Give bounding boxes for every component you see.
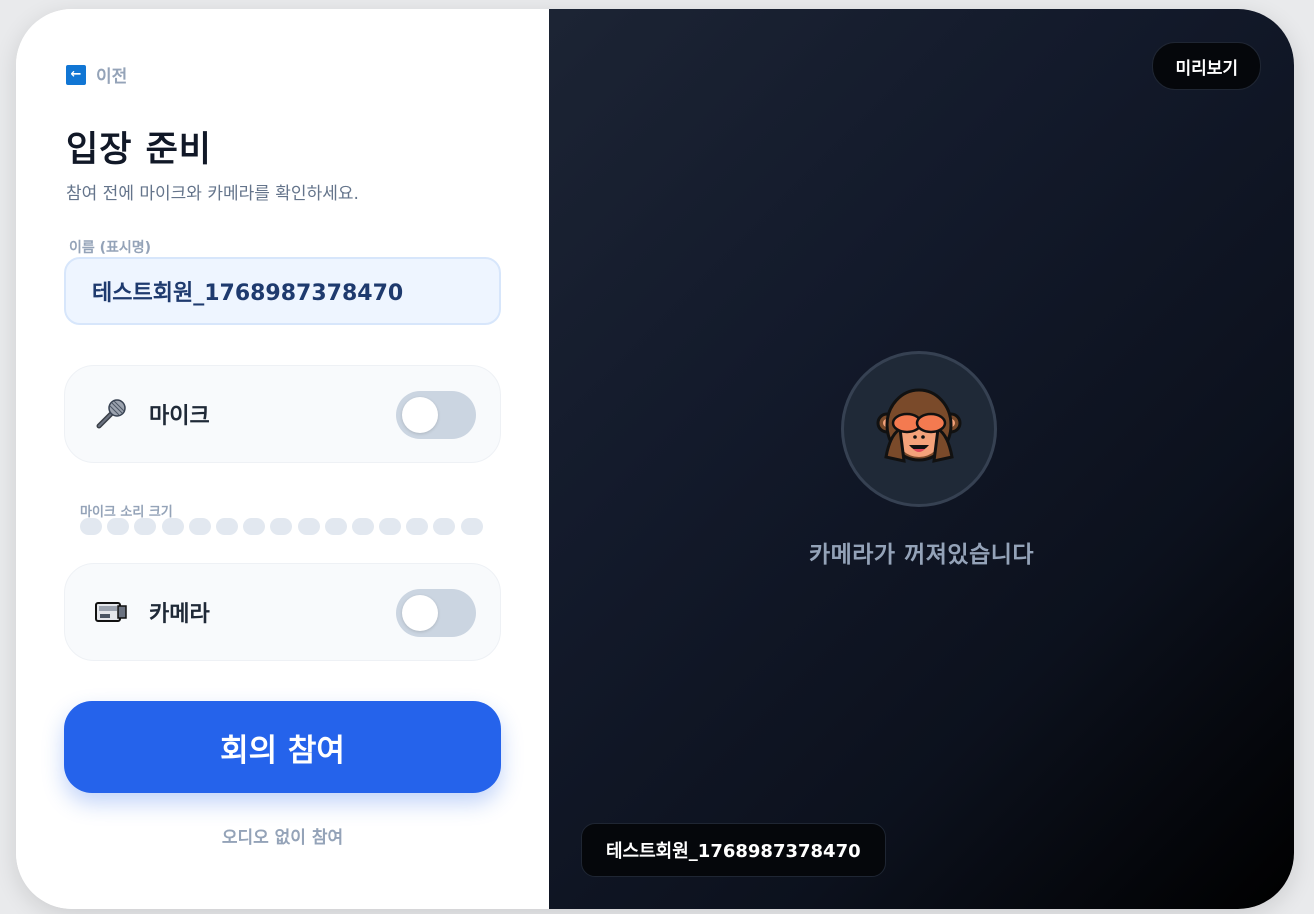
camera-row: 카메라 — [64, 563, 501, 661]
participant-name-tag: 테스트회원_1768987378470 — [581, 823, 886, 877]
microphone-icon — [93, 396, 129, 432]
mic-level-segment — [324, 518, 347, 535]
mic-level-segment — [134, 518, 157, 535]
mic-level-segment — [406, 518, 429, 535]
mic-level-segment — [379, 518, 402, 535]
mic-level-segment — [80, 518, 102, 535]
mic-level-segment — [215, 518, 238, 535]
mic-toggle-knob — [402, 397, 438, 433]
mic-level-segment — [460, 518, 483, 535]
mic-toggle[interactable] — [396, 391, 476, 439]
mic-level-segment — [243, 518, 266, 535]
page-subtitle: 참여 전에 마이크와 카메라를 확인하세요. — [66, 184, 359, 204]
mic-level-segment — [161, 518, 184, 535]
mic-level-segment — [107, 518, 130, 535]
setup-panel: ← 이전 입장 준비 참여 전에 마이크와 카메라를 확인하세요. 이름 (표시… — [16, 9, 549, 909]
avatar — [841, 351, 997, 507]
camera-label: 카메라 — [149, 602, 210, 627]
preview-panel: 미리보기 카메라가 꺼져있습니다 테스트회원_1768987378470 — [549, 9, 1294, 909]
prejoin-card: ← 이전 입장 준비 참여 전에 마이크와 카메라를 확인하세요. 이름 (표시… — [16, 9, 1294, 909]
mic-row: 마이크 — [64, 365, 501, 463]
mic-level-segment — [188, 518, 211, 535]
back-button[interactable]: ← 이전 — [66, 62, 127, 87]
camera-toggle[interactable] — [396, 589, 476, 637]
mic-label: 마이크 — [149, 404, 210, 429]
camera-off-message: 카메라가 꺼져있습니다 — [808, 542, 1035, 568]
back-label: 이전 — [96, 67, 128, 87]
display-name-input[interactable] — [64, 257, 501, 325]
preview-badge: 미리보기 — [1152, 42, 1261, 90]
mic-level-segment — [297, 518, 320, 535]
mic-level-segment — [351, 518, 374, 535]
camera-toggle-knob — [402, 595, 438, 631]
left-arrow-icon: ← — [66, 64, 86, 85]
join-without-audio-link[interactable]: 오디오 없이 참여 — [64, 823, 501, 848]
mic-level-segment — [433, 518, 456, 535]
mic-level-segment — [270, 518, 293, 535]
video-camera-icon — [93, 594, 129, 630]
mic-level-meter — [80, 518, 483, 535]
join-meeting-button[interactable]: 회의 참여 — [64, 701, 501, 793]
page-title: 입장 준비 — [66, 130, 212, 170]
name-field-label: 이름 (표시명) — [69, 240, 152, 256]
see-no-evil-monkey-icon — [876, 385, 962, 473]
